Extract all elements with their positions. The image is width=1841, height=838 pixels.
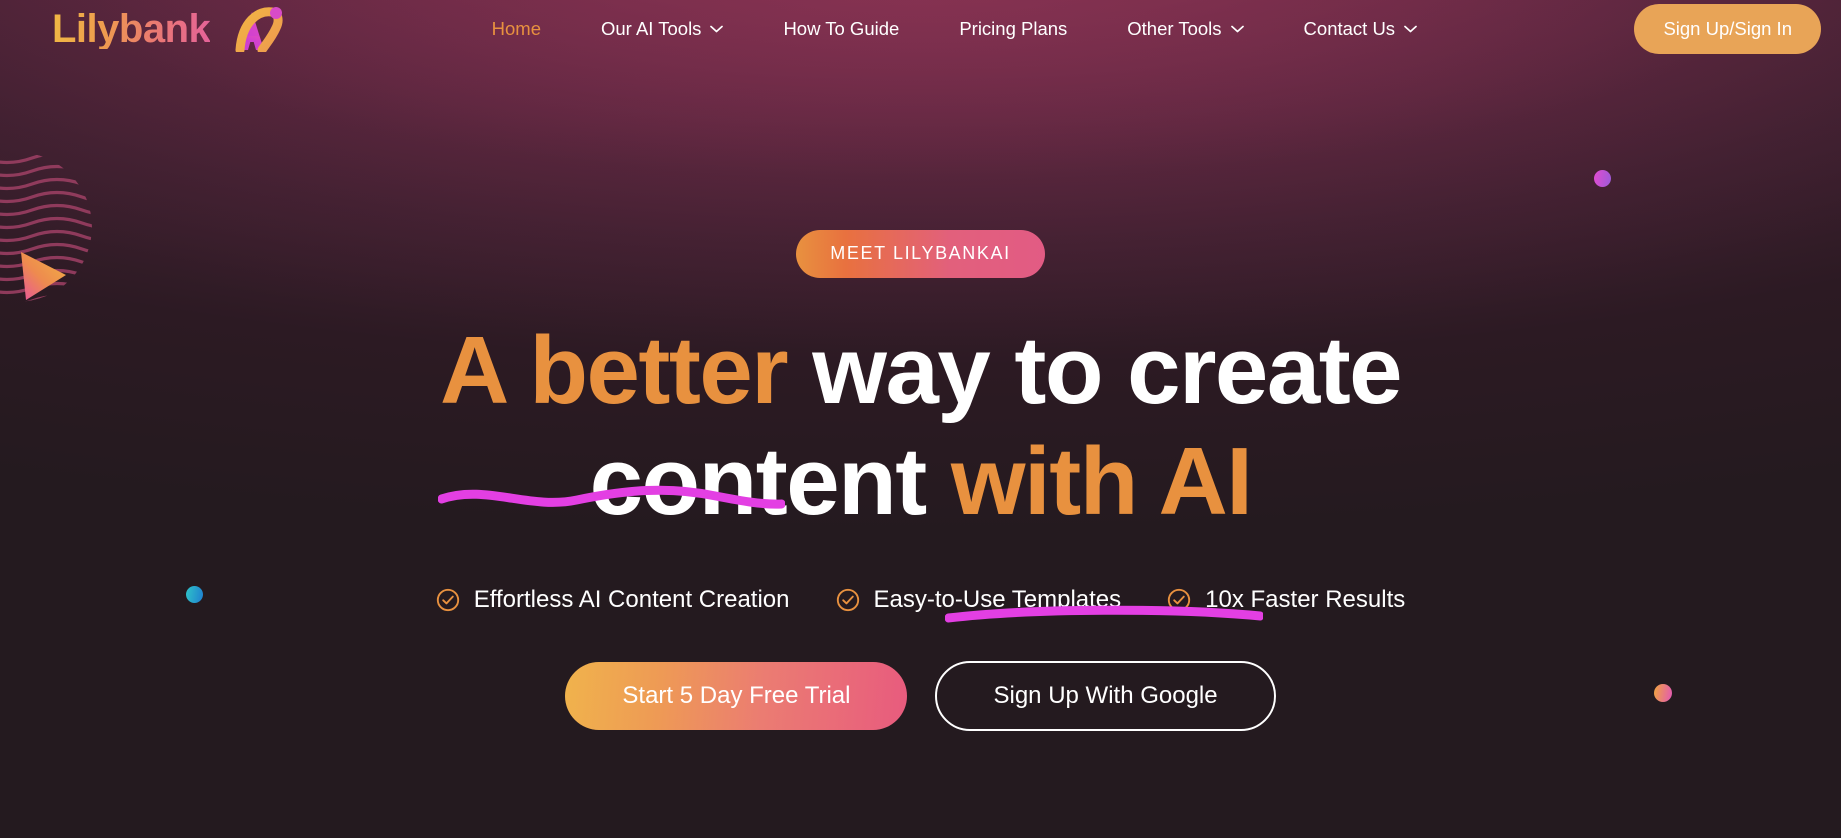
- nav-item-other-tools[interactable]: Other Tools: [1097, 12, 1273, 46]
- headline-plain-text-2: content: [589, 428, 951, 536]
- nav-item-label: Pricing Plans: [959, 18, 1068, 39]
- site-header: Lilybank Home Our AI Tools How To Guide …: [0, 0, 1841, 58]
- cta-group: Start 5 Day Free Trial Sign Up With Goog…: [565, 660, 1276, 731]
- check-circle-icon: [836, 588, 860, 612]
- feature-label: Effortless AI Content Creation: [473, 585, 790, 613]
- hero-badge[interactable]: MEET LILYBANKAI: [796, 230, 1045, 278]
- headline-plain-text: way to create: [787, 317, 1402, 424]
- nav-item-home[interactable]: Home: [462, 12, 571, 46]
- feature-item: Effortless AI Content Creation: [436, 586, 790, 614]
- chevron-down-icon: [1404, 25, 1417, 33]
- straight-underline-icon: [944, 535, 1264, 623]
- nav-item-label: Contact Us: [1303, 18, 1396, 39]
- signup-signin-button[interactable]: Sign Up/Sign In: [1634, 4, 1821, 54]
- headline-accent-with-ai: with AI: [944, 426, 1264, 623]
- chevron-down-icon: [710, 25, 724, 33]
- headline-line-1: A better way to create: [437, 315, 1403, 510]
- check-circle-icon: [1167, 588, 1191, 612]
- hero-page: Lilybank Home Our AI Tools How To Guide …: [0, 0, 1841, 838]
- nav-item-label: Our AI Tools: [601, 18, 702, 39]
- headline-accent-text-2: with AI: [950, 428, 1253, 536]
- feature-label: 10x Faster Results: [1205, 585, 1406, 613]
- nav-item-label: Other Tools: [1127, 18, 1222, 39]
- nav-item-how-to-guide[interactable]: How To Guide: [753, 12, 929, 46]
- feature-label: Easy-to-Use Templates: [873, 585, 1122, 613]
- feature-item: Easy-to-Use Templates: [836, 585, 1122, 614]
- headline-accent-a-better: A better: [437, 315, 789, 510]
- headline-line-2: content with AI: [440, 426, 1401, 623]
- page-title: A better way to create content with AI: [437, 315, 1403, 623]
- nav-item-contact-us[interactable]: Contact Us: [1274, 12, 1448, 46]
- nav-item-label: How To Guide: [783, 18, 900, 39]
- check-circle-icon: [436, 588, 460, 612]
- brand-logo[interactable]: Lilybank: [52, 6, 284, 52]
- brand-logo-ai-mark: [222, 6, 284, 52]
- brand-logo-text: Lilybank: [52, 7, 211, 51]
- headline-accent-text: A better: [439, 317, 789, 424]
- feature-item: 10x Faster Results: [1167, 586, 1405, 614]
- chevron-down-icon: [1230, 25, 1244, 33]
- nav-item-our-ai-tools[interactable]: Our AI Tools: [571, 12, 753, 46]
- hero-section: MEET LILYBANKAI A better way to create c…: [0, 58, 1841, 731]
- start-free-trial-button[interactable]: Start 5 Day Free Trial: [565, 661, 908, 730]
- feature-list: Effortless AI Content Creation Easy-to-U…: [436, 586, 1405, 614]
- nav-item-pricing-plans[interactable]: Pricing Plans: [929, 12, 1097, 46]
- nav-item-label: Home: [491, 18, 541, 39]
- signup-with-google-button[interactable]: Sign Up With Google: [935, 660, 1276, 731]
- main-navigation: Home Our AI Tools How To Guide Pricing P…: [284, 12, 1624, 46]
